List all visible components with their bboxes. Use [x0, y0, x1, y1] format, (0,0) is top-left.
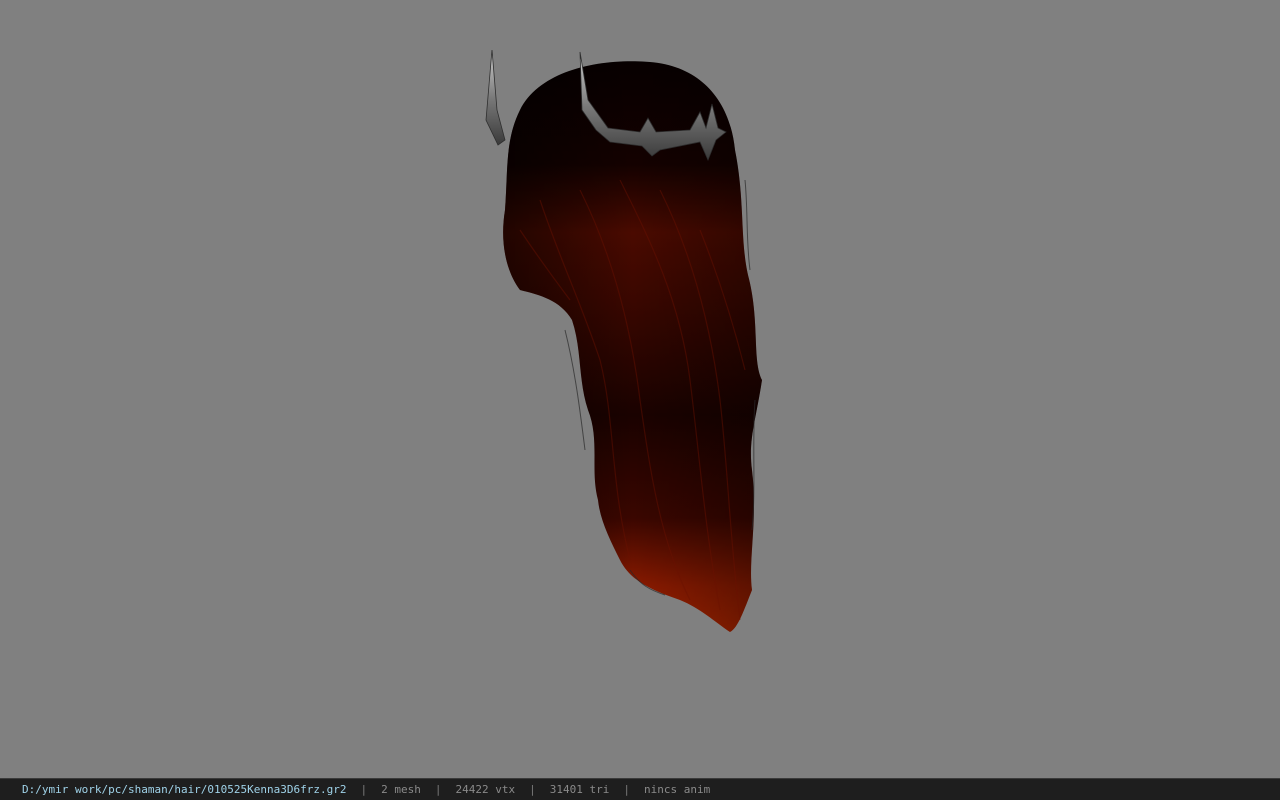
status-bar: D:/ymir work/pc/shaman/hair/010525Kenna3… [0, 778, 1280, 800]
status-mesh-count: 2 mesh [381, 783, 421, 796]
status-separator: | [434, 783, 442, 796]
status-file-path: D:/ymir work/pc/shaman/hair/010525Kenna3… [22, 783, 347, 796]
status-separator: | [360, 783, 368, 796]
status-separator: | [529, 783, 536, 796]
hair-model-render [485, 49, 762, 633]
status-separator: | [623, 783, 630, 796]
status-vertex-count: 24422 vtx [455, 783, 516, 796]
status-triangle-count: 31401 tri [549, 783, 610, 796]
status-anim-state: nincs anim [643, 783, 711, 796]
3d-viewport[interactable] [0, 0, 1280, 778]
